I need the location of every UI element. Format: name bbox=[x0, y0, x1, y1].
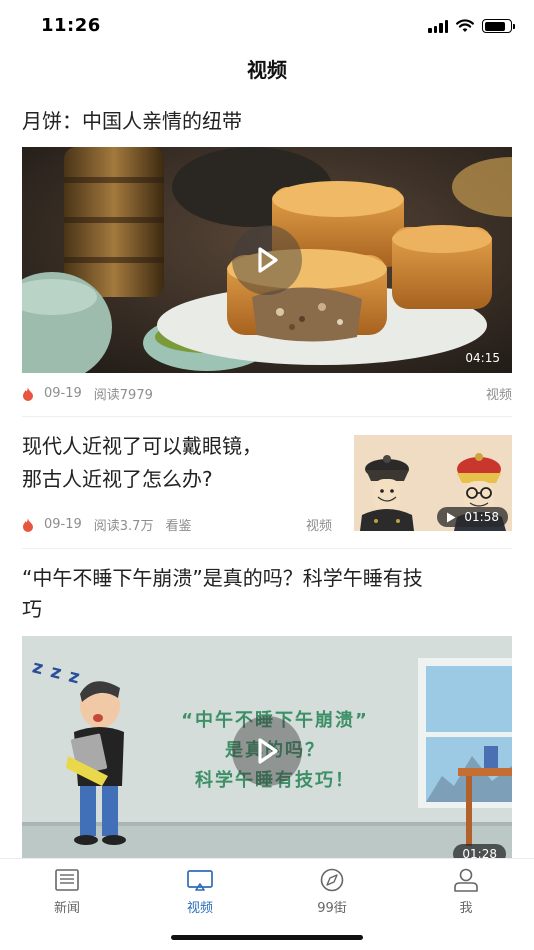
feed-item-meta: 09-19 阅读7979 视频 bbox=[22, 384, 512, 403]
home-indicator[interactable] bbox=[171, 935, 363, 940]
video-duration-pill: 01:58 bbox=[437, 507, 508, 527]
feed-item-title-line1: 现代人近视了可以戴眼镜， bbox=[22, 434, 262, 458]
tab-99-street[interactable]: 99街 bbox=[287, 867, 377, 916]
tab-label: 视频 bbox=[186, 901, 213, 916]
play-icon bbox=[447, 512, 456, 522]
video-duration: 01:58 bbox=[464, 510, 499, 524]
video-thumbnail[interactable]: 01:58 bbox=[354, 435, 512, 531]
cellular-signal-icon bbox=[428, 19, 448, 33]
video-thumbnail[interactable]: 04:15 bbox=[22, 147, 512, 373]
feed-item-title[interactable]: 现代人近视了可以戴眼镜， 那古人近视了怎么办? bbox=[0, 430, 330, 496]
play-button[interactable] bbox=[232, 225, 302, 295]
publish-date: 09-19 bbox=[44, 386, 82, 401]
feed-item-title[interactable]: 月饼：中国人亲情的纽带 bbox=[0, 105, 264, 137]
feed-item-title-line2: 那古人近视了怎么办? bbox=[22, 467, 213, 491]
video-duration: 01:28 bbox=[462, 847, 497, 858]
status-time: 11:26 bbox=[41, 15, 101, 36]
hot-icon bbox=[23, 517, 33, 532]
tab-news[interactable]: 新闻 bbox=[22, 867, 112, 916]
category-label[interactable]: 视频 bbox=[306, 515, 332, 534]
source-label[interactable]: 看鉴 bbox=[165, 515, 191, 534]
read-count: 阅读7979 bbox=[93, 388, 153, 403]
compass-icon bbox=[320, 868, 344, 892]
video-icon bbox=[187, 870, 213, 891]
read-count: 阅读3.7万 bbox=[93, 519, 154, 534]
hot-icon bbox=[23, 386, 33, 401]
status-icons bbox=[428, 17, 515, 35]
tab-me[interactable]: 我 bbox=[421, 867, 511, 916]
tab-video[interactable]: 视频 bbox=[155, 867, 245, 916]
battery-icon bbox=[482, 19, 515, 33]
category-label[interactable]: 视频 bbox=[486, 384, 512, 403]
feed-item-title-line2: 巧 bbox=[22, 597, 42, 621]
tab-label: 我 bbox=[459, 901, 473, 916]
tab-label: 99街 bbox=[317, 901, 347, 916]
play-button[interactable] bbox=[232, 716, 302, 786]
video-feed[interactable]: 月饼：中国人亲情的纽带 04:15 09-19 阅读7979 视频 现代人近视了… bbox=[0, 96, 534, 858]
wifi-icon bbox=[456, 19, 474, 32]
page-title: 视频 bbox=[247, 58, 287, 82]
tab-label: 新闻 bbox=[53, 901, 80, 916]
play-icon bbox=[258, 738, 278, 764]
feed-item-title[interactable]: “中午不睡下午崩溃”是真的吗？科学午睡有技 巧 bbox=[0, 563, 534, 625]
video-duration-pill: 01:28 bbox=[453, 844, 506, 858]
video-duration: 04:15 bbox=[465, 351, 500, 365]
publish-date: 09-19 bbox=[44, 517, 82, 532]
feed-item-mooncake[interactable]: 月饼：中国人亲情的纽带 04:15 09-19 阅读7979 视频 bbox=[0, 96, 534, 416]
feed-item-nap[interactable]: “中午不睡下午崩溃”是真的吗？科学午睡有技 巧 z z z “中午不睡下午崩溃”… bbox=[0, 549, 534, 858]
video-thumbnail[interactable]: z z z “中午不睡下午崩溃” 是真的吗？ 科学午睡有技巧！ 01:28 bbox=[22, 636, 512, 858]
news-icon bbox=[55, 869, 79, 891]
play-icon bbox=[258, 247, 278, 273]
feed-item-meta: 09-19 阅读3.7万 看鉴 视频 bbox=[22, 515, 332, 534]
feed-item-myopia[interactable]: 现代人近视了可以戴眼镜， 那古人近视了怎么办? 09-19 阅读3.7万 看鉴 … bbox=[0, 417, 534, 547]
feed-item-title-line1: “中午不睡下午崩溃”是真的吗？科学午睡有技 bbox=[22, 566, 423, 590]
profile-icon bbox=[454, 868, 478, 892]
status-bar: 11:26 bbox=[0, 0, 534, 46]
